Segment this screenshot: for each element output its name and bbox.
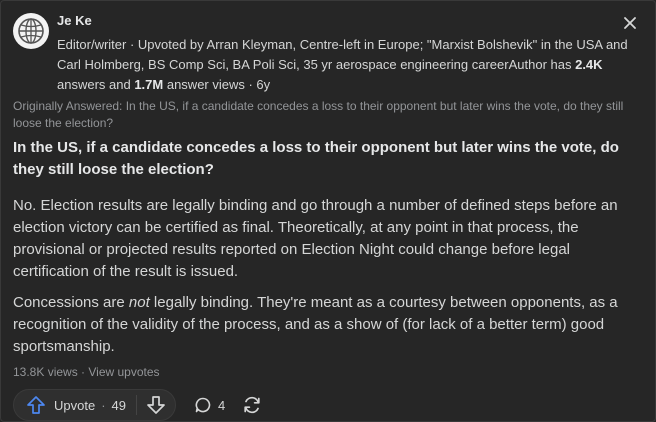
share-button[interactable] [241, 394, 263, 416]
meta-separator: · [77, 365, 89, 379]
credentials-text: Editor/writer · Upvoted by Arran Kleyman… [57, 37, 628, 72]
close-icon [624, 17, 636, 29]
downvote-button[interactable] [137, 390, 175, 420]
paragraph-text: Concessions are [13, 294, 129, 311]
answers-count: 2.4K [575, 57, 603, 72]
question-title[interactable]: In the US, if a candidate concedes a los… [13, 137, 653, 181]
action-bar: Upvote · 49 4 [13, 389, 263, 421]
author-name[interactable]: Je Ke [57, 13, 92, 28]
avatar[interactable] [13, 13, 49, 49]
answer-meta: 13.8K views · View upvotes [13, 365, 160, 379]
comment-bubble-icon [195, 397, 211, 413]
globe-icon [18, 18, 44, 44]
answer-paragraph-1: No. Election results are legally binding… [13, 197, 618, 280]
arrow-up-icon [27, 396, 45, 414]
comment-button[interactable]: 4 [194, 396, 225, 414]
answer-paragraph-2: Concessions are not legally binding. The… [13, 292, 638, 358]
answer-card: Je Ke Editor/writer · Upvoted by Arran K… [0, 0, 656, 422]
originally-answered[interactable]: Originally Answered: In the US, if a can… [13, 98, 638, 132]
views-suffix: answer views · 6y [163, 77, 271, 92]
views-count: 1.7M [134, 77, 164, 92]
answers-word: answers and [57, 77, 135, 92]
upvote-label: Upvote [54, 397, 96, 413]
vote-pill: Upvote · 49 [13, 389, 177, 421]
arrow-down-icon [147, 396, 165, 414]
emphasis-text: not [128, 294, 150, 311]
upvote-count: 49 [111, 397, 127, 413]
comment-count: 4 [218, 397, 226, 413]
view-upvotes-link[interactable]: View upvotes [88, 365, 159, 379]
upvote-separator: · [101, 397, 106, 413]
views-count-label: 13.8K views [13, 365, 78, 379]
close-button[interactable] [621, 14, 639, 32]
share-refresh-icon [244, 396, 260, 414]
author-credentials: Editor/writer · Upvoted by Arran Kleyman… [57, 35, 642, 95]
upvote-button[interactable]: Upvote · 49 [14, 390, 136, 420]
